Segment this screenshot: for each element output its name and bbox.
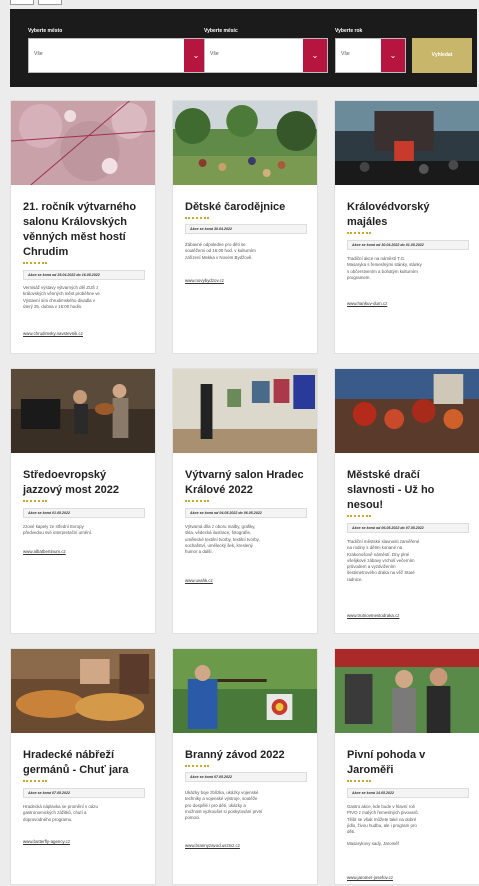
city-filter-label: Vyberte město bbox=[28, 28, 63, 34]
event-title[interactable]: Hradecké nábřeží germánů - Chuť jara bbox=[23, 748, 129, 778]
event-description: Gastro akce, kde bude v hlavní roli PIVO … bbox=[347, 804, 419, 847]
month-select[interactable]: Vše ⌄ bbox=[204, 38, 328, 73]
event-image[interactable] bbox=[335, 649, 479, 733]
event-image[interactable] bbox=[11, 101, 155, 185]
title-underline bbox=[23, 262, 47, 264]
event-card[interactable]: Hradecké nábřeží germánů - Chuť jara Akce… bbox=[10, 648, 156, 885]
event-image[interactable] bbox=[173, 101, 317, 185]
event-card[interactable]: Dětské čarodějnice Akce se koná 30.04.20… bbox=[172, 100, 318, 354]
event-link[interactable]: www.trutnovmestodraka.cz bbox=[347, 613, 399, 618]
event-image[interactable] bbox=[11, 369, 155, 453]
year-filter-label: Vyberte rok bbox=[335, 28, 363, 34]
search-button[interactable]: Vyhledat bbox=[412, 38, 472, 73]
event-link[interactable]: www.brannyzavod.usztvz.cz bbox=[185, 843, 240, 848]
event-title[interactable]: Středoevropský jazzový most 2022 bbox=[23, 468, 119, 498]
title-underline bbox=[347, 780, 371, 782]
event-card[interactable]: Výtvarný salon Hradec Králové 2022 Akce s… bbox=[172, 368, 318, 634]
event-card[interactable]: Městské dračí slavnosti - Už ho nesou! Akc… bbox=[334, 368, 479, 634]
title-underline bbox=[347, 232, 371, 234]
event-date: Akce se koná od 30.04.2022 do 01.05.2022 bbox=[347, 240, 469, 250]
month-select-value: Vše bbox=[210, 51, 219, 57]
top-tab[interactable] bbox=[38, 0, 62, 5]
event-title[interactable]: Pivní pohoda v Jaroměři bbox=[347, 748, 425, 778]
event-description: Výtvarná díla z oboru malby, grafiky, skl… bbox=[185, 524, 260, 555]
event-date: Akce se koná 07.05.2022 bbox=[23, 788, 145, 798]
event-image[interactable] bbox=[173, 369, 317, 453]
city-select[interactable]: Vše ⌄ bbox=[28, 38, 209, 73]
event-card[interactable]: Středoevropský jazzový most 2022 Akce se … bbox=[10, 368, 156, 634]
title-underline bbox=[347, 515, 371, 517]
event-card[interactable]: Branný závod 2022 Akce se koná 07.05.202… bbox=[172, 648, 318, 885]
filter-bar: Vyberte město Vše ⌄ Vyberte měsíc Vše ⌄ … bbox=[10, 9, 477, 87]
event-date: Akce se koná 14.05.2022 bbox=[347, 788, 469, 798]
event-description: Ukázky boje zblízka, ukázky vojenské tech… bbox=[185, 790, 263, 821]
event-description: zzové kapely ze střední Evropy předvedou … bbox=[23, 524, 93, 536]
event-title[interactable]: Branný závod 2022 bbox=[185, 748, 285, 763]
event-title[interactable]: Královédvorský majáles bbox=[347, 200, 430, 230]
event-link[interactable]: www.chrudimsky.navstevnik.cz bbox=[23, 331, 83, 336]
title-underline bbox=[23, 500, 47, 502]
event-card[interactable]: Královédvorský majáles Akce se koná od 30… bbox=[334, 100, 479, 354]
event-image[interactable] bbox=[173, 649, 317, 733]
event-description: Tradiční akce na náměstí T.G. Masaryka s … bbox=[347, 256, 422, 280]
event-date: Akce se koná 30.04.2022 bbox=[185, 224, 307, 234]
event-card[interactable]: 21. ročník výtvarného salonu Královských v… bbox=[10, 100, 156, 354]
event-title[interactable]: Výtvarný salon Hradec Králové 2022 bbox=[185, 468, 304, 498]
event-date: Akce se koná od 04.05.2022 do 06.05.2022 bbox=[185, 508, 307, 518]
year-select[interactable]: Vše ⌄ bbox=[335, 38, 406, 73]
event-link[interactable]: www.albatbertinum.cz bbox=[23, 549, 66, 554]
event-title[interactable]: 21. ročník výtvarného salonu Královských v… bbox=[23, 200, 136, 260]
event-link[interactable]: www.uvahk.cz bbox=[185, 578, 213, 583]
event-title[interactable]: Městské dračí slavnosti - Už ho nesou! bbox=[347, 468, 434, 513]
event-description: Tradiční městské slavnosti zaměřené na ro… bbox=[347, 539, 420, 582]
year-select-value: Vše bbox=[341, 51, 350, 57]
event-image[interactable] bbox=[335, 369, 479, 453]
title-underline bbox=[185, 500, 209, 502]
event-link[interactable]: www.novybydzov.cz bbox=[185, 278, 224, 283]
event-card[interactable]: Pivní pohoda v Jaroměři Akce se koná 14.0… bbox=[334, 648, 479, 885]
title-underline bbox=[23, 780, 47, 782]
event-date: Akce se koná od 06.05.2022 do 07.05.2022 bbox=[347, 523, 469, 533]
event-description: Hradecká náplavka se promění v oázu gastr… bbox=[23, 804, 98, 822]
chevron-down-icon[interactable]: ⌄ bbox=[303, 39, 327, 72]
city-select-value: Vše bbox=[34, 51, 43, 57]
event-date: Akce se koná 01.05.2022 bbox=[23, 508, 145, 518]
event-description: Zábavné odpoledne pro děti se soutěžemi o… bbox=[185, 242, 256, 260]
event-link[interactable]: www.jaromer-josefov.cz bbox=[347, 875, 393, 880]
event-date: Akce se koná od 25.04.2022 do 16.05.2022 bbox=[23, 270, 145, 280]
event-description: Vernisáž výstavy výtvarných děl ZUŠ z krá… bbox=[23, 285, 100, 309]
month-filter-label: Vyberte měsíc bbox=[204, 28, 238, 34]
event-title[interactable]: Dětské čarodějnice bbox=[185, 200, 285, 215]
title-underline bbox=[185, 217, 209, 219]
top-tab[interactable] bbox=[10, 0, 34, 5]
top-tabs bbox=[10, 0, 62, 6]
event-link[interactable]: www.butterfly-agency.cz bbox=[23, 839, 70, 844]
title-underline bbox=[185, 765, 209, 767]
event-image[interactable] bbox=[335, 101, 479, 185]
chevron-down-icon[interactable]: ⌄ bbox=[381, 39, 405, 72]
event-date: Akce se koná 07.05.2022 bbox=[185, 772, 307, 782]
event-image[interactable] bbox=[11, 649, 155, 733]
event-link[interactable]: www.hankuv-dum.cz bbox=[347, 301, 387, 306]
